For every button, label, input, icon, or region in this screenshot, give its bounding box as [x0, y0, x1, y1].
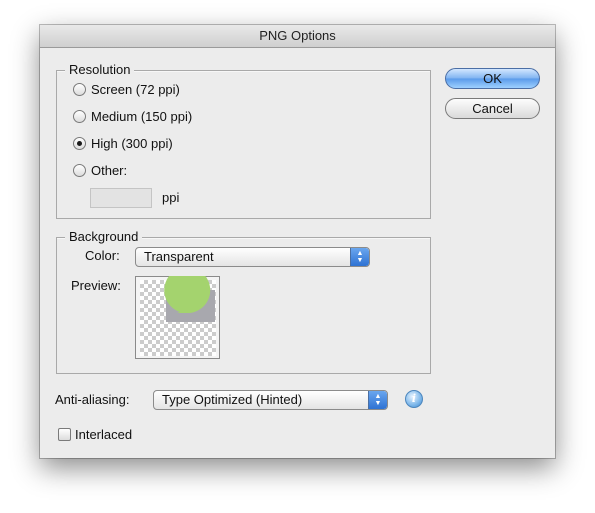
radio-label: Medium (150 ppi)	[91, 108, 193, 124]
other-ppi-input[interactable]	[90, 188, 152, 208]
radio-label: Screen (72 ppi)	[91, 81, 180, 97]
antialiasing-popup[interactable]: Type Optimized (Hinted) ▲ ▼	[153, 390, 388, 410]
preview-label: Preview:	[71, 278, 121, 293]
radio-other[interactable]: Other:	[73, 161, 127, 179]
preview-image	[135, 276, 220, 359]
radio-button[interactable]	[73, 163, 86, 177]
radio-medium-150[interactable]: Medium (150 ppi)	[73, 107, 192, 125]
background-legend: Background	[65, 230, 143, 244]
color-popup[interactable]: Transparent ▲ ▼	[135, 247, 370, 267]
antialiasing-popup-value: Type Optimized (Hinted)	[162, 392, 303, 407]
radio-screen-72[interactable]: Screen (72 ppi)	[73, 80, 180, 98]
ppi-unit-label: ppi	[162, 190, 180, 205]
color-label: Color:	[85, 248, 120, 263]
interlaced-checkbox[interactable]	[58, 428, 71, 441]
resolution-legend: Resolution	[65, 63, 135, 77]
radio-label: High (300 ppi)	[91, 135, 173, 151]
color-popup-value: Transparent	[144, 249, 214, 264]
radio-button[interactable]	[73, 109, 86, 123]
antialiasing-label: Anti-aliasing:	[55, 392, 130, 407]
popup-arrows-icon: ▲ ▼	[368, 391, 387, 409]
ok-button[interactable]: OK	[445, 68, 540, 89]
radio-high-300[interactable]: High (300 ppi)	[73, 134, 173, 152]
radio-button[interactable]	[73, 82, 86, 96]
dialog-title: PNG Options	[40, 25, 555, 48]
cancel-button[interactable]: Cancel	[445, 98, 540, 119]
png-options-dialog: PNG Options Resolution Screen (72 ppi) M…	[40, 25, 555, 458]
preview-artwork-icon	[164, 276, 215, 322]
info-icon[interactable]: i	[405, 390, 423, 408]
interlaced-label: Interlaced	[75, 427, 133, 442]
radio-button-selected[interactable]	[73, 136, 86, 150]
popup-arrows-icon: ▲ ▼	[350, 248, 369, 266]
radio-label: Other:	[91, 162, 128, 178]
